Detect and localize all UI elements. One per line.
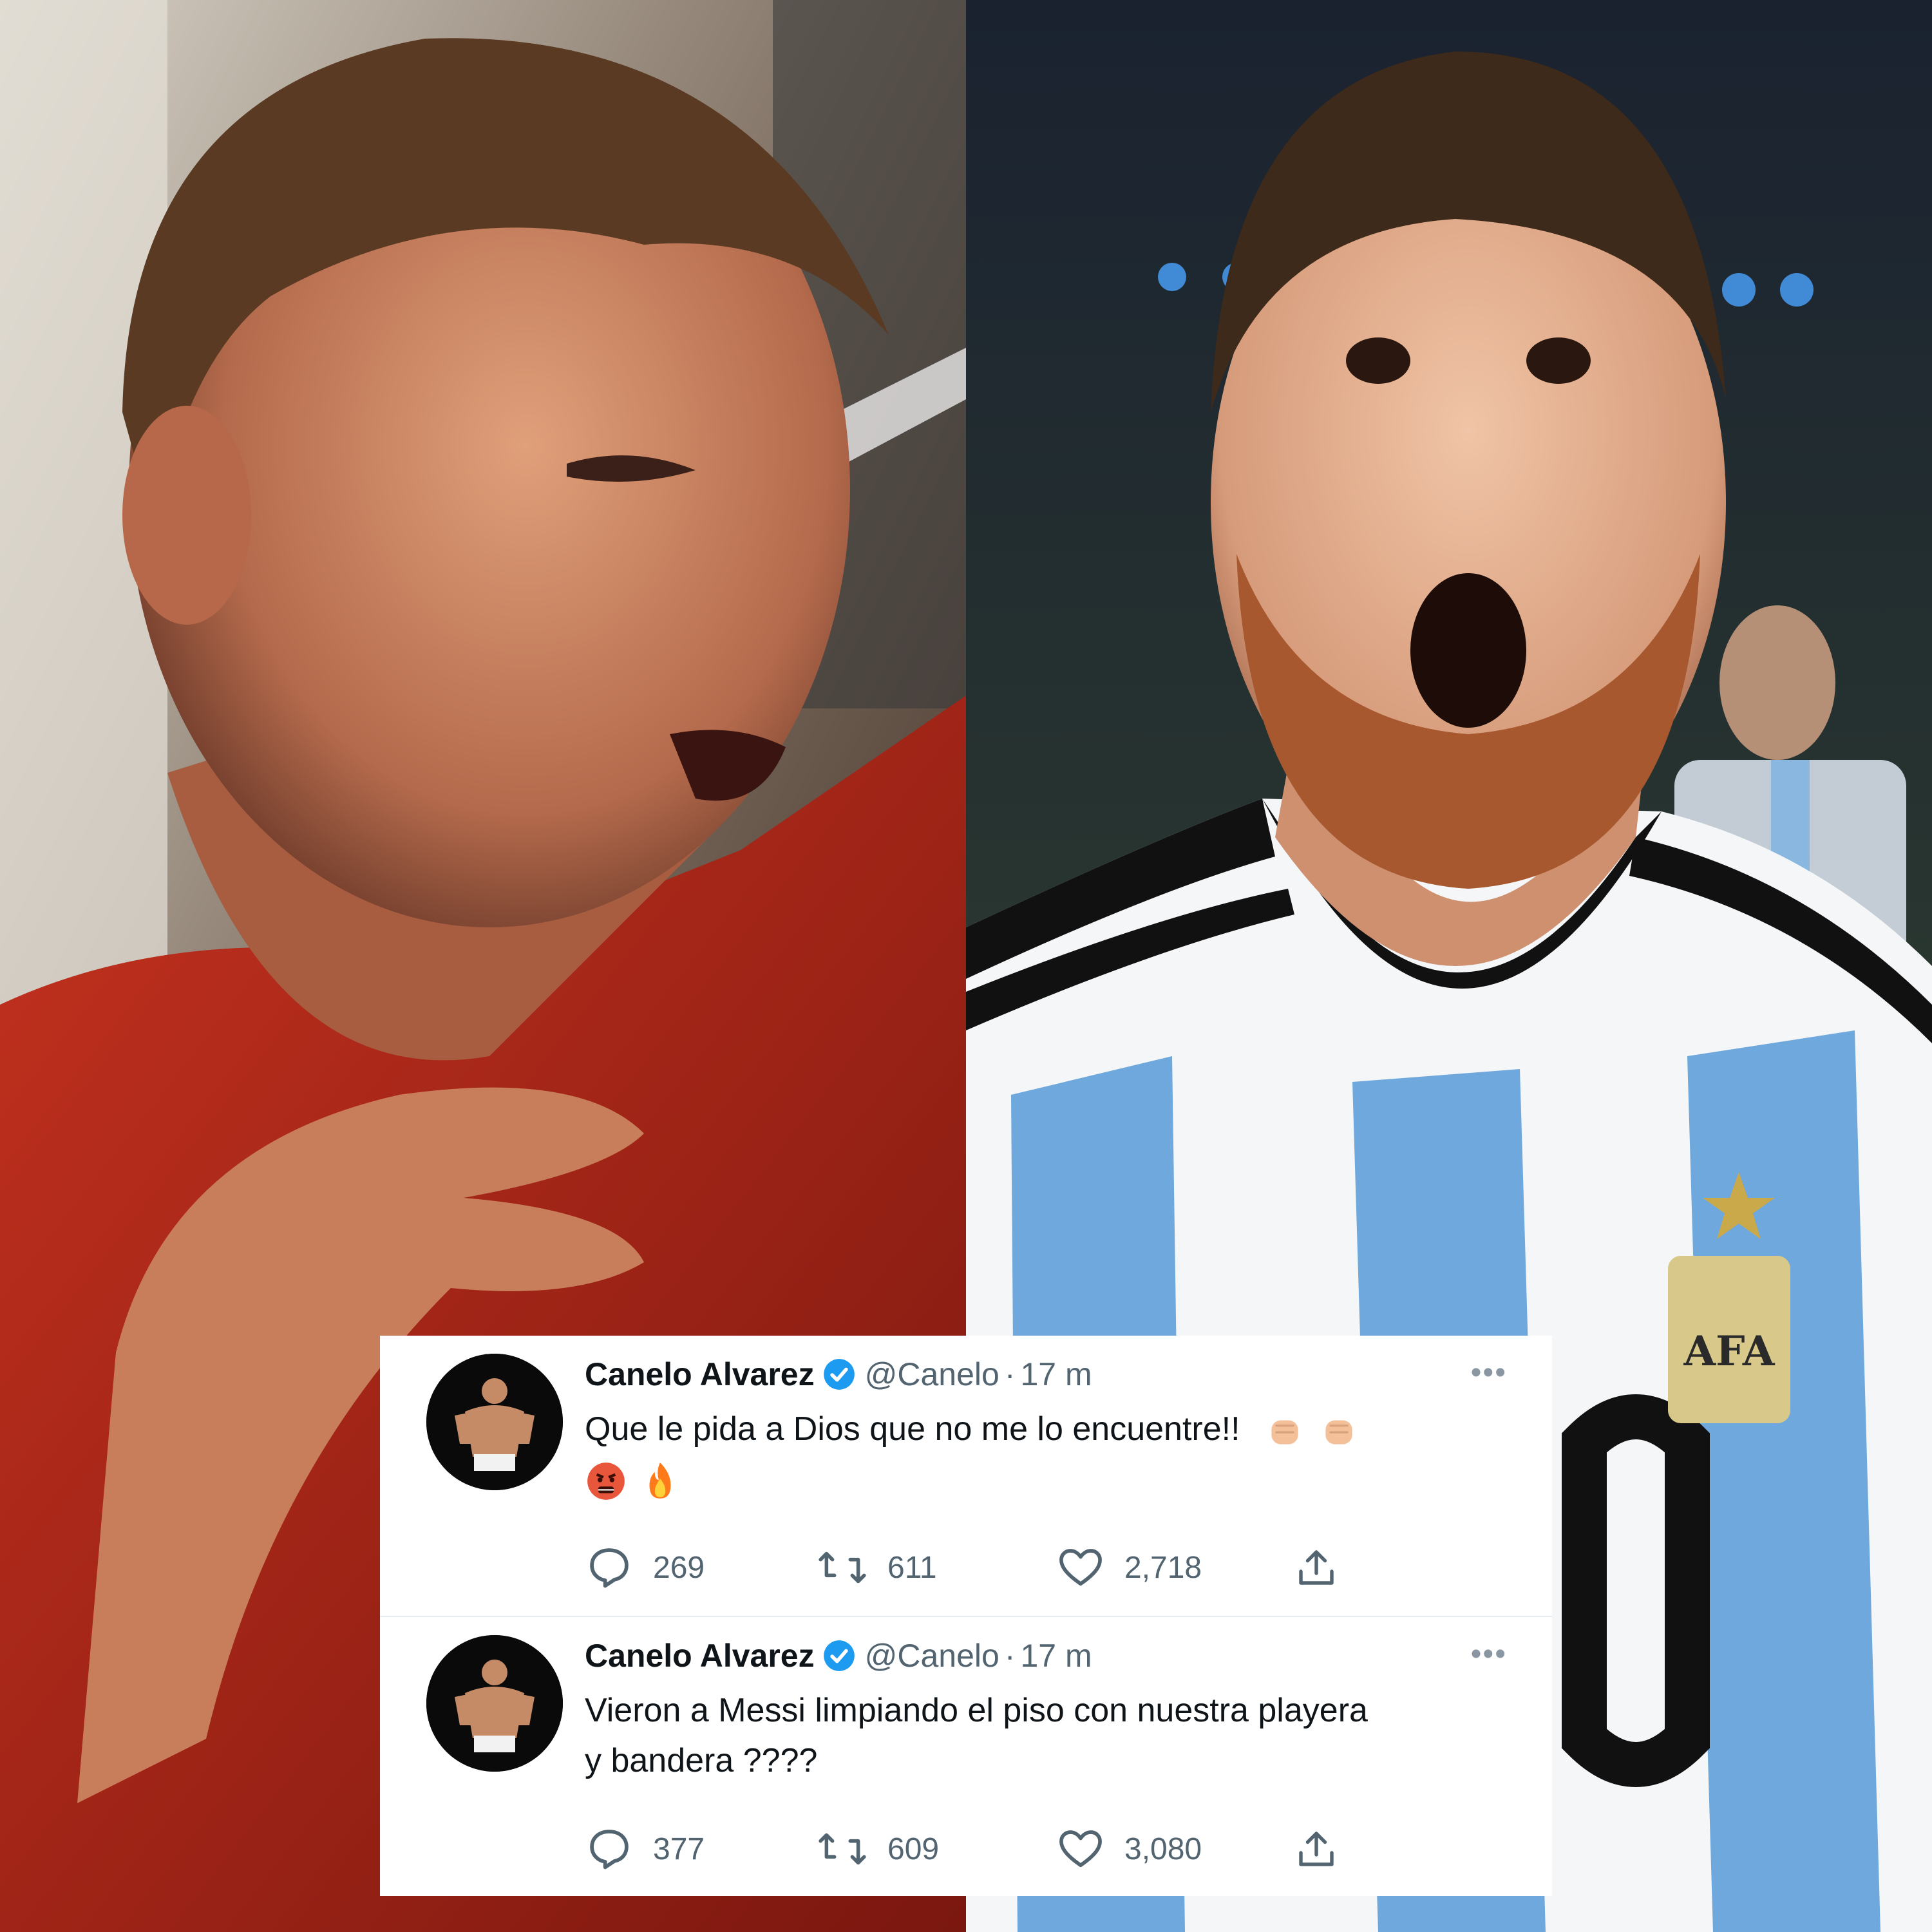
retweet-icon — [819, 1833, 866, 1865]
share-icon — [1299, 1832, 1334, 1866]
tweet-card: Canelo Alvarez @Canelo · 17 m ••• Que le… — [380, 1336, 1552, 1896]
author-handle[interactable]: @Canelo — [865, 1356, 999, 1393]
timestamp[interactable]: 17 m — [1021, 1356, 1092, 1393]
fist-emoji — [1271, 1420, 1298, 1444]
tweet-text-line: y bandera ???? — [585, 1742, 818, 1779]
like-button[interactable]: 2,718 — [1056, 1542, 1202, 1593]
avatar[interactable] — [426, 1354, 563, 1490]
reply-button[interactable]: 269 — [585, 1542, 705, 1593]
author-name[interactable]: Canelo Alvarez — [585, 1637, 815, 1674]
author-name[interactable]: Canelo Alvarez — [585, 1356, 815, 1393]
author-handle[interactable]: @Canelo — [865, 1637, 999, 1674]
fire-emoji — [649, 1463, 671, 1499]
tweet[interactable]: Canelo Alvarez @Canelo · 17 m ••• Que le… — [380, 1336, 1552, 1616]
reply-icon — [590, 1830, 629, 1870]
afa-badge-text: AFA — [1683, 1327, 1776, 1376]
verified-badge-icon — [823, 1359, 855, 1390]
retweet-count: 611 — [887, 1550, 937, 1585]
separator-dot: · — [1004, 1356, 1016, 1392]
like-count: 2,718 — [1124, 1550, 1202, 1585]
share-button[interactable] — [1293, 1823, 1359, 1875]
reply-count: 377 — [653, 1832, 705, 1866]
reply-icon — [590, 1548, 629, 1588]
tweet[interactable]: Canelo Alvarez @Canelo · 17 m ••• Vieron… — [380, 1616, 1552, 1896]
avatar[interactable] — [426, 1635, 563, 1772]
like-button[interactable]: 3,080 — [1056, 1823, 1202, 1875]
tweet-text-line: Que le pida a Dios que no me lo encuentr… — [585, 1410, 1240, 1448]
tweet-actions: 377 609 3,080 — [585, 1823, 1422, 1875]
retweet-count: 609 — [887, 1832, 940, 1866]
tweet-text: Que le pida a Dios que no me lo encuentr… — [585, 1404, 1512, 1504]
tweet-header: Canelo Alvarez @Canelo · 17 m — [585, 1630, 1092, 1681]
heart-icon — [1059, 1549, 1102, 1586]
more-options-icon[interactable]: ••• — [1471, 1355, 1507, 1390]
fist-emoji — [1325, 1420, 1352, 1444]
share-icon — [1299, 1550, 1334, 1585]
like-count: 3,080 — [1124, 1832, 1202, 1866]
retweet-icon — [819, 1551, 866, 1584]
separator-dot: · — [1004, 1638, 1016, 1674]
heart-icon — [1059, 1830, 1102, 1868]
verified-badge-icon — [823, 1640, 855, 1671]
share-button[interactable] — [1293, 1542, 1359, 1593]
tweet-header: Canelo Alvarez @Canelo · 17 m — [585, 1349, 1092, 1400]
angry-face-emoji — [587, 1463, 625, 1501]
retweet-button[interactable]: 609 — [817, 1823, 939, 1875]
tweet-actions: 269 611 2,718 — [585, 1542, 1422, 1593]
tweet-text-line: Vieron a Messi limpiando el piso con nue… — [585, 1692, 1368, 1729]
reply-count: 269 — [653, 1550, 705, 1585]
retweet-button[interactable]: 611 — [817, 1542, 937, 1593]
tweet-text: Vieron a Messi limpiando el piso con nue… — [585, 1685, 1512, 1786]
more-options-icon[interactable]: ••• — [1471, 1636, 1507, 1672]
reply-button[interactable]: 377 — [585, 1823, 705, 1875]
timestamp[interactable]: 17 m — [1021, 1637, 1092, 1674]
